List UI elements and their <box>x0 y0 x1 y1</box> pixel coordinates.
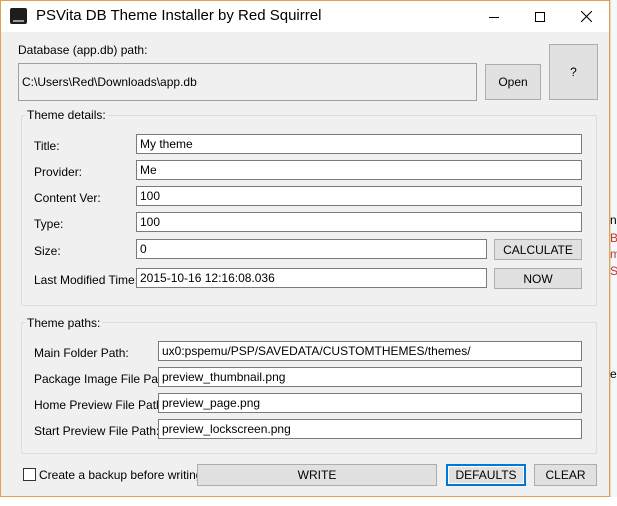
provider-label: Provider: <box>34 165 83 179</box>
write-button[interactable]: WRITE <box>197 464 437 486</box>
app-window: PSVita DB Theme Installer by Red Squirre… <box>0 0 610 497</box>
main-folder-label: Main Folder Path: <box>34 346 129 360</box>
now-button[interactable]: NOW <box>494 268 582 289</box>
app-icon <box>10 8 27 24</box>
start-preview-input[interactable] <box>158 419 582 439</box>
calculate-button[interactable]: CALCULATE <box>494 239 582 260</box>
type-input[interactable] <box>136 212 582 232</box>
last-modified-label: Last Modified Time: <box>34 273 139 287</box>
package-image-input[interactable] <box>158 367 582 387</box>
backup-checkbox[interactable] <box>23 468 36 481</box>
clear-button[interactable]: CLEAR <box>534 464 597 486</box>
close-button[interactable] <box>563 1 609 32</box>
minimize-icon <box>489 16 499 18</box>
start-preview-label: Start Preview File Path: <box>34 424 160 438</box>
background-text-fragment: B <box>610 231 617 245</box>
provider-input[interactable] <box>136 160 582 180</box>
type-label: Type: <box>34 217 64 231</box>
window-title: PSVita DB Theme Installer by Red Squirre… <box>36 7 322 24</box>
maximize-icon <box>535 11 545 22</box>
home-preview-label: Home Preview File Path: <box>34 398 167 412</box>
defaults-button[interactable]: DEFAULTS <box>446 464 526 486</box>
background-text-fragment: e <box>610 367 617 381</box>
last-modified-input[interactable] <box>136 268 487 288</box>
background-desktop <box>0 497 617 506</box>
size-input[interactable] <box>136 239 487 259</box>
size-label: Size: <box>34 244 61 258</box>
open-button[interactable]: Open <box>485 64 541 100</box>
close-icon <box>580 11 592 22</box>
theme-details-title: Theme details: <box>25 108 108 122</box>
background-text-fragment: na <box>610 213 617 227</box>
database-path-label: Database (app.db) path: <box>18 43 148 57</box>
title-bar[interactable]: PSVita DB Theme Installer by Red Squirre… <box>1 1 609 32</box>
backup-checkbox-label[interactable]: Create a backup before writing <box>39 468 202 482</box>
help-button[interactable]: ? <box>549 44 598 100</box>
main-folder-input[interactable] <box>158 341 582 361</box>
home-preview-input[interactable] <box>158 393 582 413</box>
minimize-button[interactable] <box>471 1 517 32</box>
content-ver-label: Content Ver: <box>34 191 101 205</box>
theme-paths-title: Theme paths: <box>25 316 103 330</box>
background-text-fragment: m <box>610 247 617 261</box>
database-path-field[interactable]: C:\Users\Red\Downloads\app.db <box>18 63 477 101</box>
background-text-fragment: S <box>610 264 617 278</box>
content-ver-input[interactable] <box>136 186 582 206</box>
maximize-button[interactable] <box>517 1 563 32</box>
package-image-label: Package Image File Path: <box>34 372 172 386</box>
title-input[interactable] <box>136 134 582 154</box>
title-label: Title: <box>34 139 60 153</box>
